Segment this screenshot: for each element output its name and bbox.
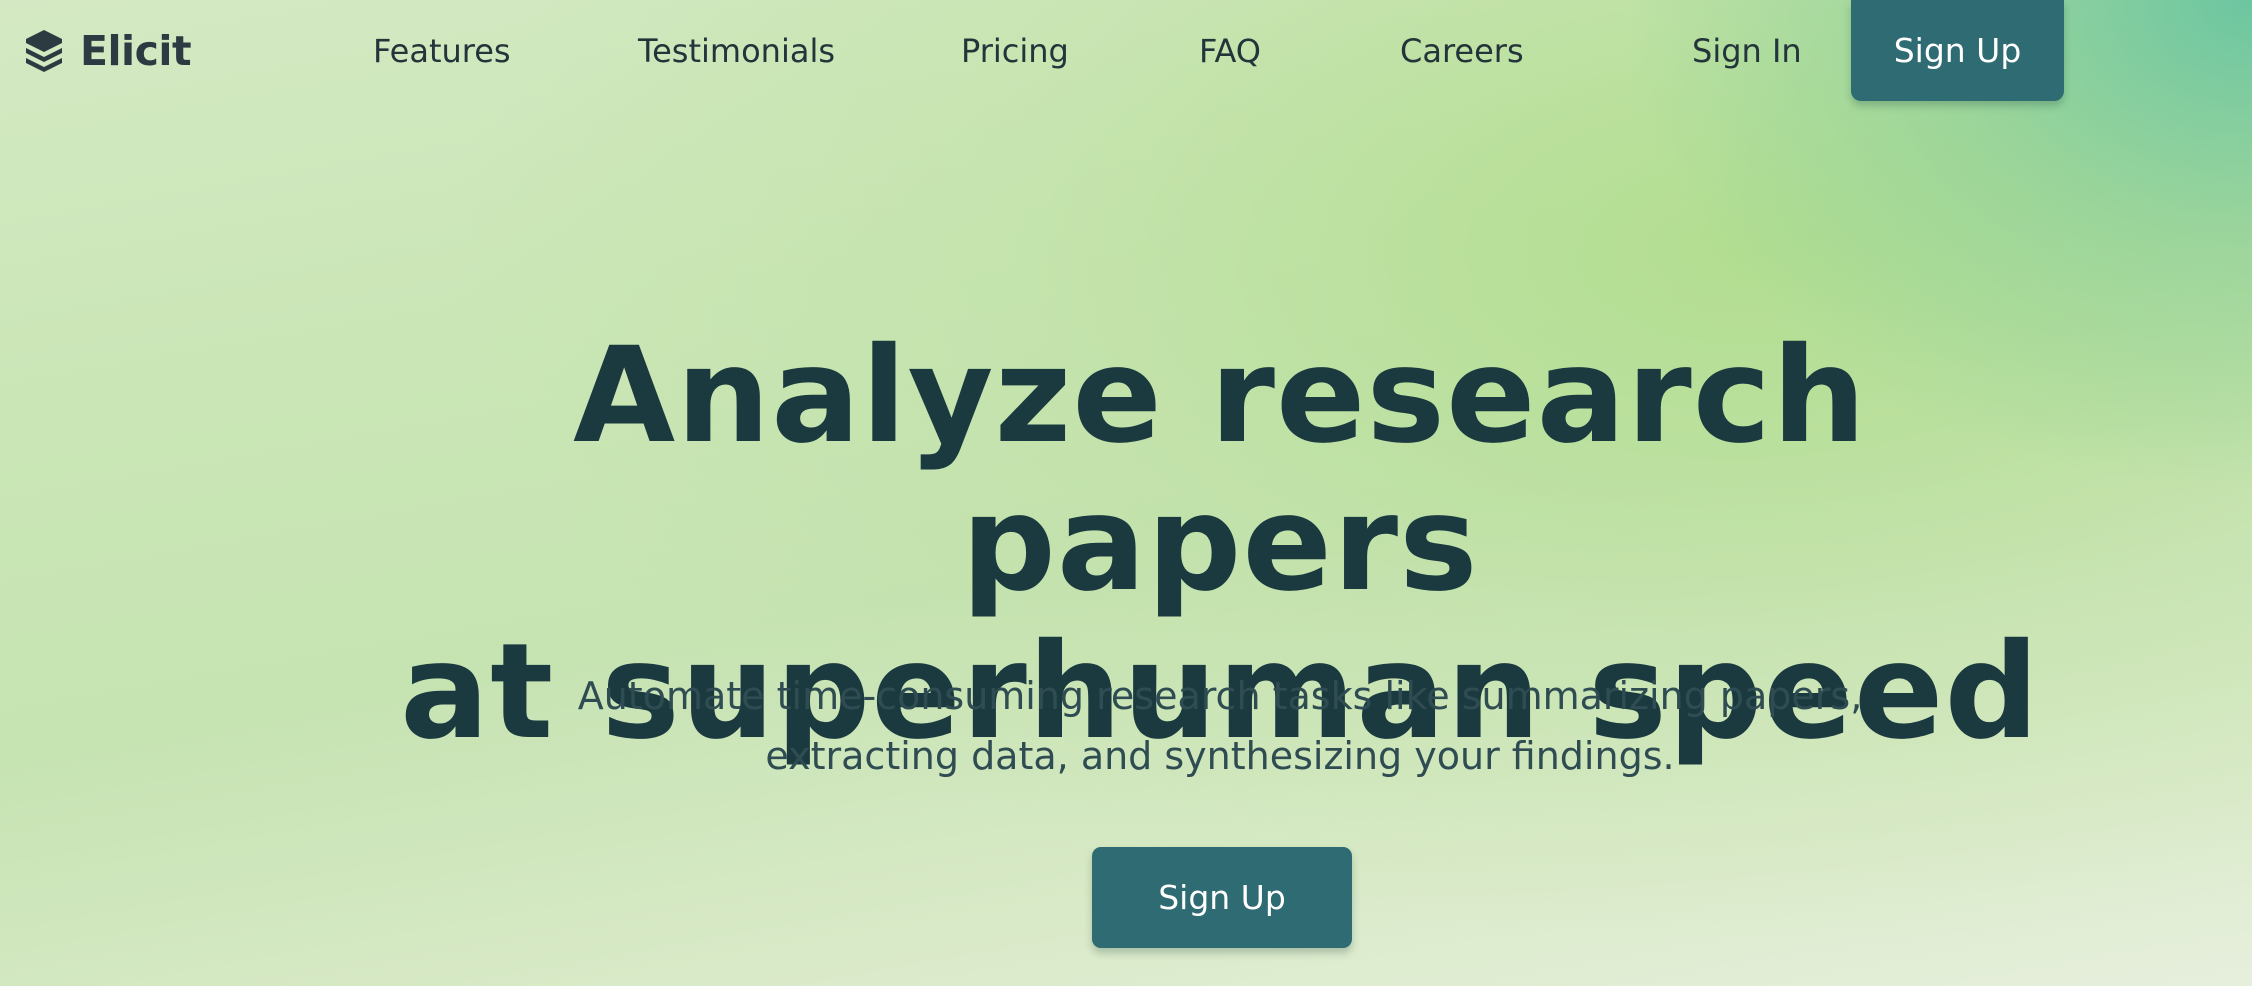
nav-link-careers[interactable]: Careers xyxy=(1400,28,1524,74)
stacked-layers-logo-icon xyxy=(22,28,66,74)
nav-sign-up-button[interactable]: Sign Up xyxy=(1851,0,2064,101)
nav-sign-up-label: Sign Up xyxy=(1893,31,2022,70)
hero-subtitle-line-1: Automate time-consuming research tasks l… xyxy=(577,674,1863,718)
top-navigation: Elicit Features Testimonials Pricing FAQ… xyxy=(0,0,2252,101)
sign-in-link[interactable]: Sign In xyxy=(1692,28,1802,74)
brand-name: Elicit xyxy=(80,27,192,75)
nav-link-faq[interactable]: FAQ xyxy=(1199,28,1261,74)
hero-subtitle: Automate time-consuming research tasks l… xyxy=(520,666,1920,786)
hero-sign-up-button[interactable]: Sign Up xyxy=(1092,847,1352,948)
hero-sign-up-label: Sign Up xyxy=(1158,878,1286,917)
hero-subtitle-line-2: extracting data, and synthesizing your f… xyxy=(765,734,1675,778)
nav-link-features[interactable]: Features xyxy=(373,28,511,74)
brand-logo-link[interactable]: Elicit xyxy=(22,24,192,78)
nav-link-pricing[interactable]: Pricing xyxy=(961,28,1069,74)
nav-link-testimonials[interactable]: Testimonials xyxy=(638,28,835,74)
hero-title-line-1: Analyze research papers xyxy=(573,319,1867,621)
